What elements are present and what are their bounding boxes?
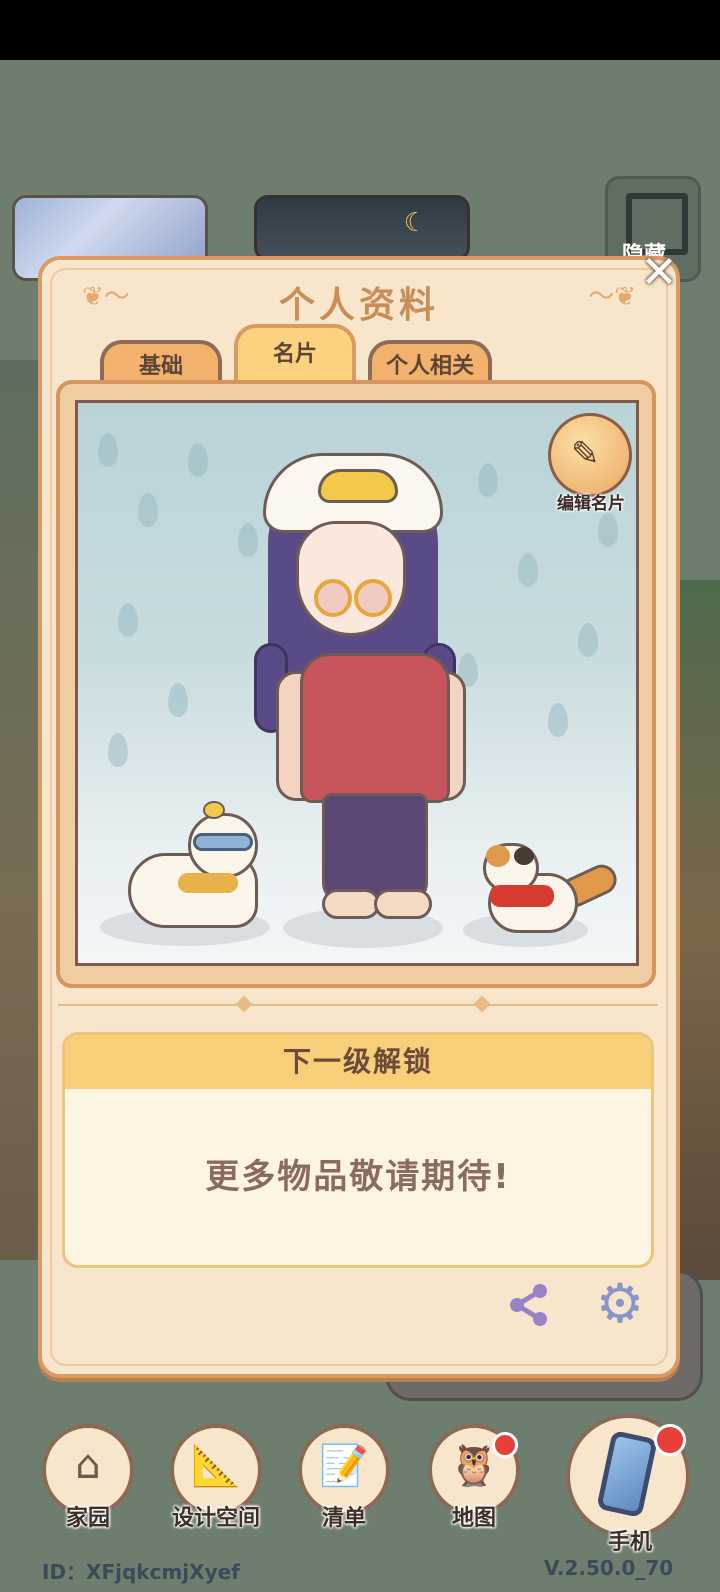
leaf-icon	[478, 463, 498, 497]
version-label: V.2.50.0_70	[544, 1556, 674, 1580]
name-card-frame: ✎ 编辑名片	[56, 380, 656, 988]
edit-card-button[interactable]: ✎	[548, 413, 632, 497]
background-scenery-left	[0, 360, 40, 1260]
unlock-header: 下一级解锁	[65, 1035, 651, 1089]
leaf-icon	[98, 433, 118, 467]
leaf-icon	[578, 623, 598, 657]
settings-button[interactable]: ⚙	[592, 1276, 648, 1332]
nav-design-space-label: 设计空间	[171, 1506, 260, 1531]
divider-ornament	[235, 995, 253, 1013]
player-id: ID：XFjqkcmjXyef	[42, 1560, 240, 1584]
glasses-right-icon	[354, 579, 392, 617]
leaf-icon	[518, 553, 538, 587]
gear-icon: ⚙	[595, 1272, 645, 1335]
nav-checklist-label: 清单	[321, 1506, 366, 1531]
divider-ornament	[473, 995, 491, 1013]
cat-patch	[486, 845, 510, 867]
character-pants	[322, 793, 428, 903]
dog-scarf	[178, 873, 238, 893]
pencil-icon: ✎	[571, 434, 600, 474]
name-card-image: ✎ 编辑名片	[75, 400, 639, 966]
character-face	[296, 521, 406, 636]
glasses-left-icon	[314, 579, 352, 617]
edit-card-label: 编辑名片	[557, 494, 625, 514]
cat-patch	[514, 847, 534, 865]
checklist-icon: 📝	[319, 1443, 369, 1489]
share-button[interactable]	[504, 1280, 554, 1330]
character-shoe-left	[322, 889, 380, 919]
phone-icon	[596, 1430, 658, 1518]
moon-icon: ☾	[403, 208, 427, 238]
phone-notification-dot	[654, 1424, 686, 1456]
nav-map-label: 地图	[451, 1506, 496, 1531]
unlock-message: 更多物品敬请期待!	[205, 1157, 511, 1197]
profile-panel: ❦〜 〜❦ 个人资料 基础 名片 个人相关 ✎ 编辑名片 下一级解锁 更多物品敬…	[38, 256, 680, 1378]
leaf-icon	[598, 513, 618, 547]
leaf-icon	[118, 603, 138, 637]
character-shoe-right	[374, 889, 432, 919]
cat-cape	[490, 885, 554, 907]
leaf-icon	[168, 683, 188, 717]
map-notification-dot	[492, 1432, 518, 1458]
house-icon: ⌂	[75, 1442, 101, 1488]
chick-icon	[203, 801, 225, 819]
blueprint-icon: 📐	[191, 1443, 241, 1489]
share-icon	[510, 1284, 547, 1326]
leaf-icon	[238, 523, 258, 557]
next-level-unlock-box: 下一级解锁 更多物品敬请期待!	[62, 1032, 654, 1268]
panel-title: 个人资料	[278, 285, 439, 326]
leaf-icon	[138, 493, 158, 527]
close-icon: ✕	[640, 247, 678, 298]
leaf-icon	[108, 733, 128, 767]
status-bar	[0, 0, 720, 60]
section-divider	[58, 1004, 658, 1006]
leaf-icon	[548, 703, 568, 737]
phone-label: 手机	[607, 1530, 652, 1555]
close-button[interactable]: ✕	[636, 250, 682, 296]
character-bow	[318, 469, 398, 503]
leaf-icon	[188, 443, 208, 477]
night-sky-thumbnail: ☾	[254, 195, 470, 261]
nav-home-label: 家园	[65, 1506, 110, 1531]
character-sweater	[300, 653, 450, 803]
dog-goggles	[193, 833, 253, 851]
